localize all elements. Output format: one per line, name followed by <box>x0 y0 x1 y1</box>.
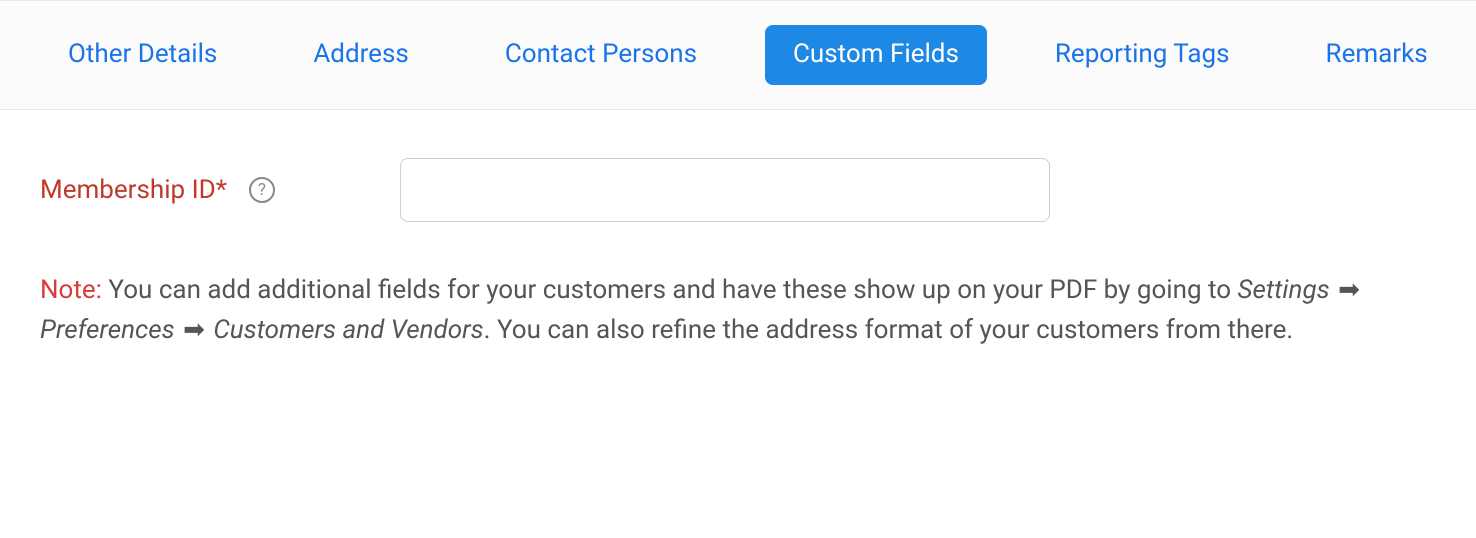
tab-bar: Other Details Address Contact Persons Cu… <box>0 1 1476 110</box>
membership-id-input[interactable] <box>400 158 1050 222</box>
tab-custom-fields[interactable]: Custom Fields <box>765 25 987 84</box>
path-suffix: . <box>484 315 491 345</box>
note-text-after: You can also refine the address format o… <box>497 315 1293 345</box>
tab-content: Membership ID* ? Note: You can add addit… <box>0 110 1476 351</box>
note-text-before: You can add additional fields for your c… <box>108 275 1237 305</box>
page: Other Details Address Contact Persons Cu… <box>0 0 1476 538</box>
arrow-icon: ➡ <box>1336 270 1362 310</box>
tab-reporting-tags[interactable]: Reporting Tags <box>1027 25 1258 84</box>
path-preferences: Preferences <box>40 315 175 345</box>
tab-contact-persons[interactable]: Contact Persons <box>477 25 725 84</box>
field-label-wrap: Membership ID* ? <box>40 175 400 205</box>
note: Note: You can add additional fields for … <box>40 270 1420 351</box>
help-icon[interactable]: ? <box>249 177 275 203</box>
note-prefix: Note: <box>40 275 102 305</box>
path-customers-vendors: Customers and Vendors <box>213 315 483 345</box>
tab-other-details[interactable]: Other Details <box>40 25 245 84</box>
tab-remarks[interactable]: Remarks <box>1298 25 1456 84</box>
arrow-icon: ➡ <box>181 310 207 350</box>
path-settings: Settings <box>1238 275 1330 305</box>
tab-address[interactable]: Address <box>285 25 436 84</box>
field-label: Membership ID* <box>40 175 227 205</box>
tabs: Other Details Address Contact Persons Cu… <box>40 1 1476 109</box>
field-row-membership-id: Membership ID* ? <box>40 158 1436 222</box>
